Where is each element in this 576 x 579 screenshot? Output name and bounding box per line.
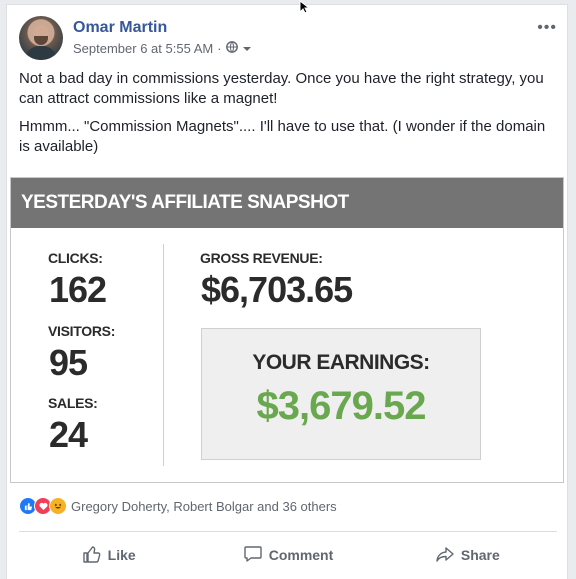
- globe-icon[interactable]: [225, 41, 238, 56]
- author-name[interactable]: Omar Martin: [73, 19, 167, 37]
- post-actions: Like Comment Share: [19, 535, 557, 575]
- like-button[interactable]: Like: [19, 535, 198, 575]
- visitors-value: 95: [49, 342, 88, 383]
- stats-divider: [163, 244, 164, 466]
- post-paragraph: Hmmm... "Commission Magnets".... I'll ha…: [19, 118, 546, 155]
- affiliate-snapshot-image[interactable]: YESTERDAY'S AFFILIATE SNAPSHOT CLICKS: 1…: [10, 177, 564, 483]
- more-options-button[interactable]: •••: [537, 19, 557, 37]
- avatar[interactable]: [19, 16, 63, 60]
- post-header: Omar Martin September 6 at 5:55 AM · •••: [19, 16, 557, 64]
- like-label: Like: [107, 547, 136, 563]
- earnings-box: YOUR EARNINGS: $3,679.52: [201, 328, 481, 460]
- share-arrow-icon: [435, 544, 455, 567]
- reactions-summary[interactable]: Gregory Doherty, Robert Bolgar and 36 ot…: [19, 497, 337, 515]
- audience-chevron-down-icon[interactable]: [242, 41, 252, 56]
- snapshot-title: YESTERDAY'S AFFILIATE SNAPSHOT: [11, 178, 563, 228]
- sales-label: SALES:: [48, 395, 98, 411]
- meta-separator: ·: [217, 41, 222, 56]
- sales-value: 24: [49, 414, 88, 455]
- comment-bubble-icon: [243, 544, 263, 567]
- reactors-text[interactable]: Gregory Doherty, Robert Bolgar and 36 ot…: [71, 499, 337, 514]
- visitors-label: VISITORS:: [48, 323, 116, 339]
- avatar-shirt: [25, 46, 57, 60]
- comment-button[interactable]: Comment: [198, 535, 377, 575]
- earnings-label: YOUR EARNINGS:: [252, 351, 430, 374]
- avatar-beard: [34, 36, 48, 45]
- gross-revenue-value: $6,703.65: [201, 269, 353, 310]
- post-card: Omar Martin September 6 at 5:55 AM · •••…: [6, 4, 568, 579]
- thumbs-up-icon: [82, 544, 102, 567]
- post-paragraph: Not a bad day in commissions yesterday. …: [19, 70, 544, 107]
- share-label: Share: [460, 547, 500, 563]
- actions-divider: [19, 531, 557, 532]
- share-button[interactable]: Share: [378, 535, 557, 575]
- post-meta: September 6 at 5:55 AM ·: [73, 41, 252, 56]
- post-timestamp[interactable]: September 6 at 5:55 AM: [73, 41, 213, 56]
- clicks-label: CLICKS:: [48, 250, 103, 266]
- post-text: Not a bad day in commissions yesterday. …: [19, 69, 559, 165]
- clicks-value: 162: [49, 269, 107, 310]
- earnings-value: $3,679.52: [256, 384, 427, 428]
- gross-revenue-label: GROSS REVENUE:: [200, 250, 323, 266]
- mouse-pointer-icon: [299, 0, 311, 19]
- haha-icon: [49, 497, 67, 515]
- comment-label: Comment: [268, 547, 334, 563]
